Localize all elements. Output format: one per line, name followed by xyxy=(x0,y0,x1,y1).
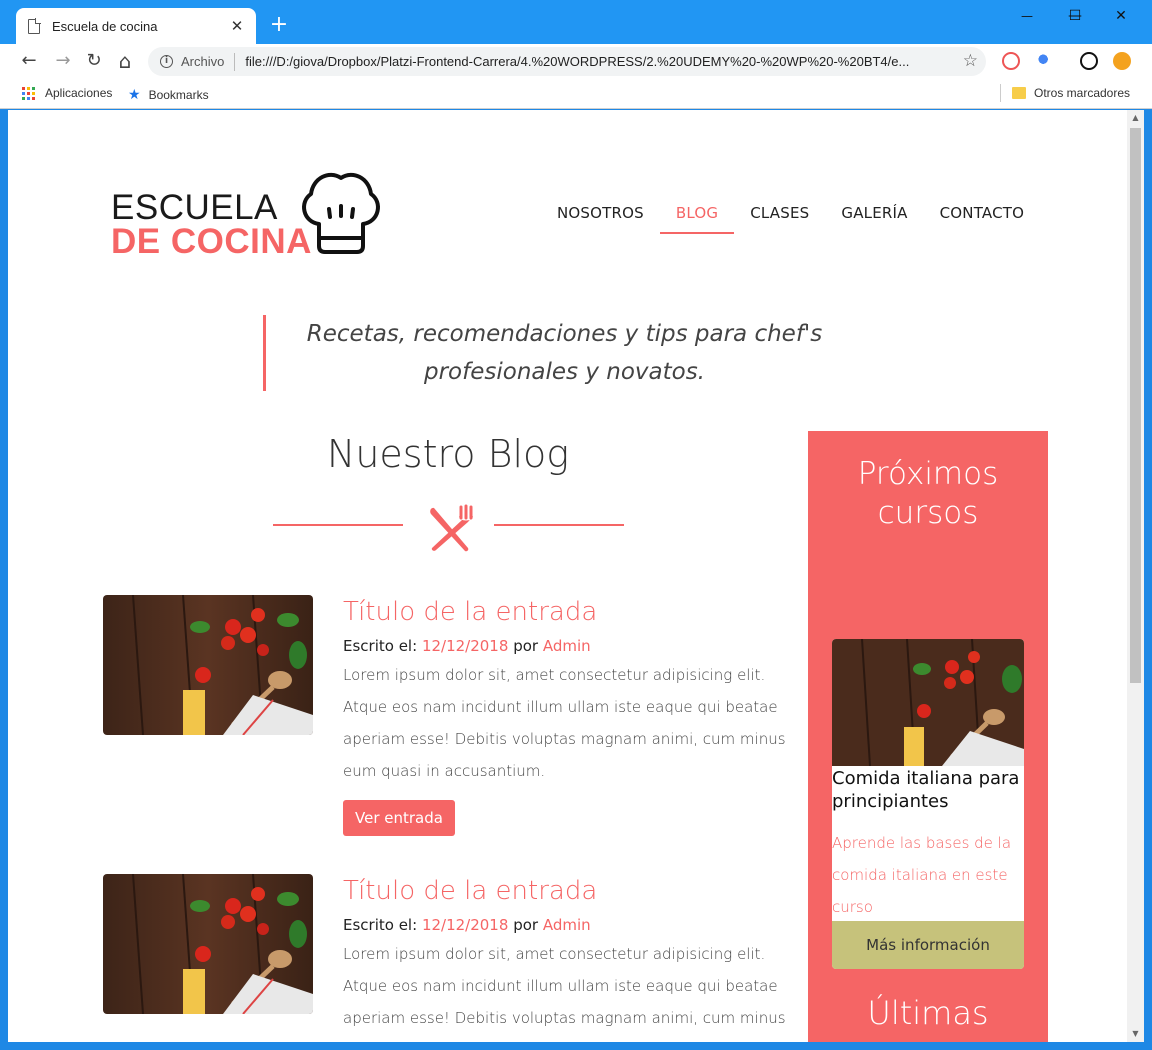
bookmark-bookmarks[interactable]: ★ Bookmarks xyxy=(128,86,209,103)
bookmark-apps[interactable]: Aplicaciones xyxy=(22,86,112,100)
extension-icon-1[interactable] xyxy=(1002,52,1020,70)
nav-item-clases[interactable]: CLASES xyxy=(734,200,825,234)
chef-hat-icon xyxy=(302,172,380,254)
star-icon: ★ xyxy=(128,86,141,102)
window-maximize-button[interactable]: ☐ xyxy=(1052,4,1098,28)
url-text[interactable]: file:///D:/giova/Dropbox/Platzi-Frontend… xyxy=(245,54,945,69)
post-excerpt: Lorem ipsum dolor sit, amet consectetur … xyxy=(343,666,786,780)
post-body: Título de la entrada Escrito el: 12/12/2… xyxy=(343,874,793,1042)
post-meta: Escrito el: 12/12/2018 por Admin xyxy=(343,916,793,934)
tab-title: Escuela de cocina xyxy=(52,18,158,34)
nav-item-blog[interactable]: BLOG xyxy=(659,200,735,234)
post-meta-prefix: Escrito el: xyxy=(343,637,418,655)
browser-toolbar: ← → ↻ ⌂ i Archivo file:///D:/giova/Dropb… xyxy=(0,44,1152,78)
course-description: Aprende las bases de la comida italiana … xyxy=(832,834,1012,916)
bookmark-star-icon[interactable]: ☆ xyxy=(963,51,978,71)
home-button[interactable]: ⌂ xyxy=(112,49,138,73)
apps-grid-icon xyxy=(22,86,35,100)
tagline: Recetas, recomendaciones y tips para che… xyxy=(263,315,843,391)
course-card: Comida italiana para principiantes Apren… xyxy=(832,639,1024,969)
sidebar-title: Próximos cursos xyxy=(857,456,999,531)
course-name: Comida italiana para principiantes xyxy=(832,768,1020,812)
browser-window: Escuela de cocina ✕ + — — ☐ ✕ ← → ↻ ⌂ i … xyxy=(0,0,1152,1050)
post-body: Título de la entrada Escrito el: 12/12/2… xyxy=(343,595,793,836)
divider-line-left xyxy=(273,524,403,526)
browser-tab[interactable]: Escuela de cocina ✕ xyxy=(16,8,256,44)
divider-line-right xyxy=(494,524,624,526)
scroll-up-arrow[interactable]: ▲ xyxy=(1127,110,1144,126)
vertical-scrollbar[interactable]: ▲ ▼ xyxy=(1127,110,1144,1042)
bookmarks-separator xyxy=(1000,84,1001,102)
fork-knife-icon xyxy=(430,504,473,552)
tab-close-icon[interactable]: ✕ xyxy=(228,17,246,35)
scheme-label: Archivo xyxy=(181,54,225,69)
nav-item-nosotros[interactable]: NOSOTROS xyxy=(541,200,660,234)
bookmark-other[interactable]: Otros marcadores xyxy=(1012,86,1130,100)
post-image[interactable] xyxy=(103,595,313,735)
post-meta-prefix: Escrito el: xyxy=(343,916,418,934)
info-icon[interactable]: i xyxy=(160,55,173,68)
bookmark-bookmarks-label: Bookmarks xyxy=(148,87,209,102)
address-bar[interactable]: i Archivo file:///D:/giova/Dropbox/Platz… xyxy=(148,47,986,76)
post-author[interactable]: Admin xyxy=(543,916,591,934)
bookmark-apps-label: Aplicaciones xyxy=(45,86,113,100)
nav-item-contacto[interactable]: CONTACTO xyxy=(924,200,1041,234)
read-more-button[interactable]: Ver entrada xyxy=(343,800,455,836)
logo-line2: DE COCINA xyxy=(111,222,312,261)
post-meta: Escrito el: 12/12/2018 por Admin xyxy=(343,637,793,655)
bookmark-other-label: Otros marcadores xyxy=(1034,86,1131,100)
post-title[interactable]: Título de la entrada xyxy=(343,597,793,627)
update-icon[interactable] xyxy=(1113,52,1131,70)
post-image[interactable] xyxy=(103,874,313,1014)
post-meta-by: por xyxy=(513,916,539,934)
title-bar: Escuela de cocina ✕ + — xyxy=(0,0,1152,44)
profile-icon[interactable] xyxy=(1080,52,1098,70)
nav-item-galeria[interactable]: GALERÍA xyxy=(825,200,923,234)
scrollbar-thumb[interactable] xyxy=(1130,128,1141,683)
site-nav: NOSOTROS BLOG CLASES GALERÍA CONTACTO xyxy=(541,200,1040,234)
post-excerpt: Lorem ipsum dolor sit, amet consectetur … xyxy=(343,945,786,1042)
scroll-down-arrow[interactable]: ▼ xyxy=(1127,1026,1144,1042)
window-close-button[interactable]: ✕ xyxy=(1098,4,1144,28)
sidebar-title-latest: Últimas xyxy=(867,994,989,1032)
post-author[interactable]: Admin xyxy=(543,637,591,655)
post-date[interactable]: 12/12/2018 xyxy=(422,916,508,934)
post-meta-by: por xyxy=(513,637,539,655)
bookmarks-bar: Aplicaciones ★ Bookmarks Otros marcadore… xyxy=(0,78,1152,109)
new-tab-button[interactable]: + xyxy=(266,12,292,38)
page-icon xyxy=(28,18,41,34)
extension-icon-2[interactable] xyxy=(1036,52,1054,70)
reload-button[interactable]: ↻ xyxy=(81,49,107,73)
forward-button[interactable]: → xyxy=(50,49,76,73)
folder-icon xyxy=(1012,87,1026,99)
sidebar: Próximos cursos Comida italiana para pri… xyxy=(808,431,1048,1042)
blog-title: Nuestro Blog xyxy=(326,432,570,476)
post-date[interactable]: 12/12/2018 xyxy=(422,637,508,655)
post-title[interactable]: Título de la entrada xyxy=(343,876,793,906)
page-viewport: ESCUELA DE COCINA NOSOTROS BLOG CLASES G… xyxy=(8,110,1144,1042)
more-info-button[interactable]: Más información xyxy=(832,921,1024,969)
course-image[interactable] xyxy=(832,639,1024,766)
omnibox-separator xyxy=(234,52,236,71)
back-button[interactable]: ← xyxy=(16,49,42,73)
window-minimize-button[interactable]: — xyxy=(1004,4,1050,28)
site-logo[interactable]: ESCUELA DE COCINA xyxy=(111,166,391,261)
